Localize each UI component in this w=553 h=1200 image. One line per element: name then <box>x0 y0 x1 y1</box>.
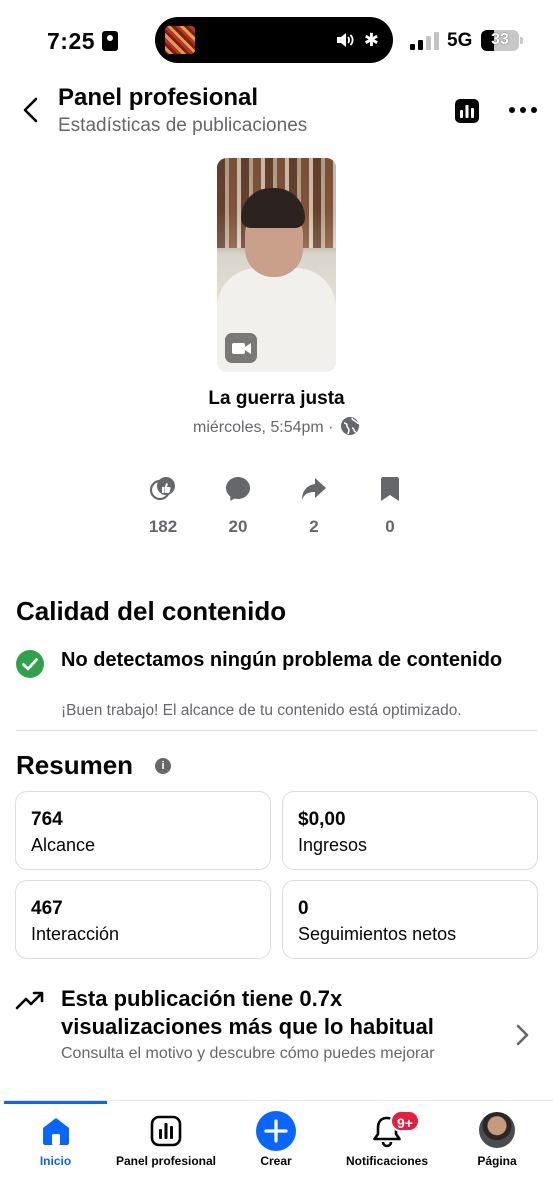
chevron-right-icon <box>516 1024 529 1046</box>
card-value: 764 <box>31 809 63 830</box>
more-options-icon[interactable] <box>508 98 538 122</box>
battery-icon: 33 <box>481 30 523 51</box>
dashboard-icon <box>150 1115 182 1147</box>
summary-heading: Resumen <box>16 750 134 780</box>
stat-comments[interactable]: 20 <box>208 475 268 537</box>
nav-label: Crear <box>260 1154 292 1168</box>
status-time: 7:25 <box>47 28 96 54</box>
video-camera-icon <box>225 333 257 363</box>
post-thumbnail[interactable] <box>217 158 336 372</box>
quality-status-subtitle: ¡Buen trabajo! El alcance de tu contenid… <box>61 702 462 719</box>
card-value: $0,00 <box>298 809 346 830</box>
battery-level: 33 <box>491 31 509 48</box>
nav-home[interactable]: Inicio <box>4 1101 107 1200</box>
stat-saves[interactable]: 0 <box>360 475 420 537</box>
bottom-navigation: Inicio Panel profesional Crear Notificac… <box>0 1100 553 1200</box>
back-icon[interactable] <box>18 94 46 126</box>
card-label: Ingresos <box>298 835 368 855</box>
nav-label: Notificaciones <box>345 1154 429 1168</box>
share-icon <box>302 478 326 500</box>
page-title: Panel profesional <box>58 84 259 111</box>
card-label: Seguimientos netos <box>298 924 457 944</box>
card-value: 0 <box>298 898 309 919</box>
home-icon <box>42 1118 69 1145</box>
network-type: 5G <box>447 30 473 51</box>
card-label: Alcance <box>31 835 96 855</box>
stat-value: 20 <box>228 517 248 536</box>
stat-value: 0 <box>385 517 395 536</box>
globe-icon <box>340 417 359 435</box>
check-circle-icon <box>16 650 44 678</box>
quality-status-title: No detectamos ningún problema de conteni… <box>61 649 503 671</box>
info-icon[interactable]: i <box>155 758 171 774</box>
plus-icon <box>256 1111 296 1151</box>
post-meta: miércoles, 5:54pm · <box>0 416 553 437</box>
reactions-icon <box>149 477 175 501</box>
nav-notifications[interactable]: Notificaciones <box>335 1101 439 1200</box>
post-title: La guerra justa <box>208 388 345 409</box>
summary-card-reach[interactable]: 764 Alcance <box>15 791 271 870</box>
signal-icon <box>410 32 440 50</box>
summary-card-net-follows[interactable]: 0 Seguimientos netos <box>282 880 538 959</box>
content-quality-heading: Calidad del contenido <box>16 596 287 626</box>
notification-badge: 9+ <box>390 1110 420 1132</box>
stat-value: 182 <box>148 517 178 536</box>
insights-chart-icon[interactable] <box>455 99 479 123</box>
nav-professional-dashboard[interactable]: Panel profesional <box>107 1101 225 1200</box>
card-value: 467 <box>31 898 63 919</box>
now-playing-thumbnail <box>165 26 195 54</box>
nav-label: Inicio <box>39 1154 72 1168</box>
summary-card-engagement[interactable]: 467 Interacción <box>15 880 271 959</box>
dynamic-island[interactable]: ✱ <box>155 17 393 63</box>
page-subtitle: Estadísticas de publicaciones <box>58 115 308 136</box>
insight-title: Esta publicación tiene 0.7x visualizacio… <box>61 986 434 1039</box>
divider <box>16 730 537 731</box>
post-date: miércoles, 5:54pm · <box>193 419 334 436</box>
status-bar: 7:25 ✱ 5G 33 <box>0 0 553 80</box>
stat-reactions[interactable]: 182 <box>133 475 193 537</box>
avatar[interactable] <box>479 1112 515 1148</box>
stat-value: 2 <box>309 517 319 536</box>
bluetooth-icon: ✱ <box>363 30 379 50</box>
nav-label: Página <box>477 1154 517 1168</box>
nav-label: Panel profesional <box>115 1154 217 1168</box>
contact-card-icon <box>102 31 118 51</box>
nav-create[interactable]: Crear <box>235 1101 317 1200</box>
card-label: Interacción <box>31 924 120 944</box>
insight-subtitle: Consulta el motivo y descubre cómo puede… <box>61 1045 435 1062</box>
summary-card-earnings[interactable]: $0,00 Ingresos <box>282 791 538 870</box>
speaker-icon <box>337 33 354 47</box>
trending-up-icon <box>15 991 44 1010</box>
comment-icon <box>226 477 250 501</box>
stat-shares[interactable]: 2 <box>284 475 344 537</box>
bookmark-icon <box>381 477 399 501</box>
header: Panel profesional Estadísticas de public… <box>0 80 553 144</box>
